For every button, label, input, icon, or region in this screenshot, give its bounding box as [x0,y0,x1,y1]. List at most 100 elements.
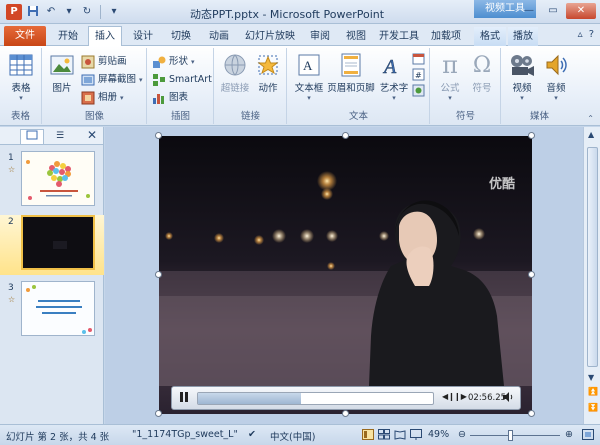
tab-view[interactable]: 视图 [340,27,372,46]
normal-view-icon[interactable] [362,429,374,443]
video-time: 02:56.25 [468,393,507,403]
group-label-media: 媒体 [529,111,549,122]
quick-access-toolbar: P ↶ ▾ ↻ ▾ [6,4,121,20]
video-frame[interactable]: 优酷 ◀❙ ❙▶ 02:56.25 [159,136,532,414]
tab-transitions[interactable]: 切换 [164,27,198,46]
album-button[interactable]: 相册 ▾ [81,90,124,106]
slide-1-preview [21,151,95,206]
smartart-label: SmartArt [169,74,212,85]
next-slide-icon[interactable]: ⏬ [588,403,598,412]
undo-dropdown-icon[interactable]: ▾ [62,5,76,19]
tab-addins[interactable]: 加载项 [426,27,466,46]
previous-slide-icon[interactable]: ⏫ [588,387,598,396]
tab-file[interactable]: 文件 [4,26,46,46]
scroll-thumb[interactable] [587,147,598,367]
tab-design[interactable]: 设计 [126,27,160,46]
slide-sorter-icon[interactable] [378,429,390,443]
spellcheck-icon[interactable]: ✔ [248,429,256,440]
date-time-icon[interactable] [412,52,426,68]
picture-button-label: 图片 [52,83,72,94]
tab-format[interactable]: 格式 [474,27,506,46]
collapse-ribbon-icon[interactable]: ⌃ [587,114,594,123]
powerpoint-app-icon[interactable]: P [6,4,22,20]
resize-handle-bottom-right[interactable] [528,410,535,417]
wordart-button[interactable]: A 艺术字 ▾ [378,52,410,102]
zoom-level[interactable]: 49% [428,429,449,440]
table-button[interactable]: 表格 ▾ [4,52,38,102]
smartart-icon [152,73,166,87]
action-button[interactable]: 动作 [253,52,283,94]
pause-button[interactable] [177,391,191,405]
resize-handle-bottom-left[interactable] [155,410,162,417]
video-seek-bar[interactable] [197,392,434,405]
video-button[interactable]: 视频 ▾ [506,52,538,102]
screenshot-dropdown-icon: ▾ [139,76,143,84]
smartart-button[interactable]: SmartArt [152,72,212,88]
group-links: 超链接 动作 链接 [215,48,287,124]
object-icon[interactable] [412,84,426,100]
picture-button[interactable]: 图片 [47,52,77,94]
slides-tab-icon[interactable] [20,129,44,144]
tab-playback[interactable]: 播放 [508,27,538,46]
resize-handle-left[interactable] [155,271,162,278]
close-button[interactable]: ✕ [566,3,596,19]
save-icon[interactable] [26,5,40,19]
undo-icon[interactable]: ↶ [44,5,58,19]
shapes-button[interactable]: 形状 ▾ [152,54,195,70]
resize-handle-bottom[interactable] [342,410,349,417]
help-icon[interactable]: ? [589,29,594,40]
outline-tab-icon[interactable]: ☰ [48,129,72,144]
slide-thumb-1[interactable]: 1 ☆ [0,151,104,211]
screenshot-button[interactable]: 屏幕截图 ▾ [81,72,143,88]
group-label-illustrations: 插图 [170,111,190,122]
symbol-button[interactable]: Ω 符号 [467,52,497,95]
zoom-out-icon[interactable]: ⊖ [458,429,466,440]
resize-handle-top-left[interactable] [155,132,162,139]
zoom-slider-knob[interactable] [508,430,513,441]
minimize-ribbon-icon[interactable]: ▵ [578,29,583,40]
tab-insert[interactable]: 插入 [88,26,122,47]
header-footer-button[interactable]: 页眉和页脚 [326,52,376,94]
slide-count: 幻灯片 第 2 张，共 4 张 [6,432,110,443]
slide-thumb-2[interactable]: 2 [0,215,104,275]
tab-review[interactable]: 审阅 [304,27,336,46]
textbox-icon: A [295,52,323,78]
tab-home[interactable]: 开始 [52,27,84,46]
volume-icon[interactable] [502,391,514,406]
slide-number-icon[interactable]: # [412,68,426,84]
panel-tabs: ☰ ✕ [0,127,103,145]
vertical-scrollbar[interactable]: ▲ ▼ ⏫ ⏬ [583,127,600,424]
hyperlink-button[interactable]: 超链接 [219,52,251,94]
minimize-button[interactable]: — [518,3,540,19]
redo-icon[interactable]: ↻ [80,5,94,19]
scroll-down-icon[interactable]: ▼ [588,373,594,382]
chart-icon [152,91,166,105]
screenshot-label: 屏幕截图 [98,74,137,85]
resize-handle-right[interactable] [528,271,535,278]
equation-button[interactable]: π 公式 ▾ [435,51,465,102]
clipart-button[interactable]: 剪贴画 [81,54,127,70]
tab-animations[interactable]: 动画 [202,27,236,46]
chart-button[interactable]: 图表 [152,90,188,106]
audio-button[interactable]: 音频 ▾ [540,52,572,102]
fit-to-window-icon[interactable] [582,429,594,443]
slide-thumb-3[interactable]: 3 ☆ [0,281,104,341]
reading-view-icon[interactable] [394,429,406,443]
maximize-button[interactable]: ▭ [542,3,564,19]
close-panel-icon[interactable]: ✕ [87,128,97,142]
tab-developer[interactable]: 开发工具 [376,27,422,46]
step-forward-icon[interactable]: ❙▶ [454,392,467,401]
slideshow-view-icon[interactable] [410,429,422,443]
resize-handle-top[interactable] [342,132,349,139]
group-label-images: 图像 [84,111,104,122]
zoom-slider[interactable] [470,435,560,436]
customize-qat-icon[interactable]: ▾ [107,5,121,19]
step-back-icon[interactable]: ◀❙ [442,392,455,401]
theme-name[interactable]: "1_1174TGp_sweet_L" [132,429,238,440]
resize-handle-top-right[interactable] [528,132,535,139]
language-status[interactable]: 中文(中国) [270,429,315,443]
zoom-in-icon[interactable]: ⊕ [565,429,573,440]
tab-slideshow[interactable]: 幻灯片放映 [240,27,300,46]
scroll-up-icon[interactable]: ▲ [588,130,594,139]
textbox-button[interactable]: A 文本框 ▾ [292,52,326,102]
